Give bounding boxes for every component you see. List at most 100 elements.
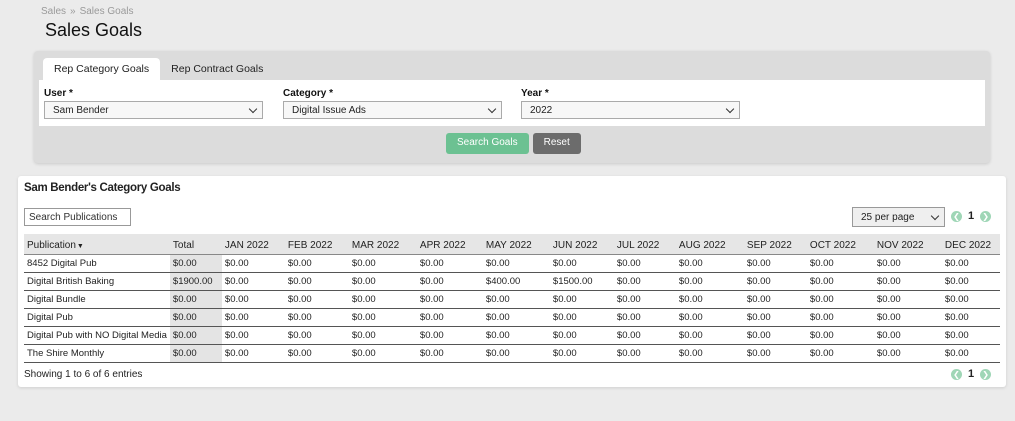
month-goal-cell: $0.00 <box>348 326 417 345</box>
month-goal-cell: $0.00 <box>675 326 744 345</box>
year-label: Year * <box>521 88 549 99</box>
month-goal-cell: $0.00 <box>416 344 483 363</box>
month-goal-cell: $0.00 <box>873 290 942 309</box>
table-row: The Shire Monthly $0.00 $0.00 $0.00 $0.00 $0.… <box>24 344 1000 363</box>
month-goal-cell: $0.00 <box>284 326 349 345</box>
category-select[interactable]: Digital Issue Ads <box>283 101 502 119</box>
month-goal-cell: $0.00 <box>221 326 285 345</box>
publication-cell: Digital British Baking <box>24 272 170 291</box>
table-header-row: Publication▼ Total JAN 2022 FEB 2022 MAR… <box>24 234 1000 255</box>
month-goal-cell: $0.00 <box>221 344 285 363</box>
column-header-aug[interactable]: AUG 2022 <box>675 234 744 255</box>
chevron-right-icon[interactable]: ❯ <box>980 210 992 222</box>
column-header-publication[interactable]: Publication▼ <box>24 234 170 255</box>
table-row: Digital British Baking $1900.00 $0.00 $0.00… <box>24 272 1000 291</box>
column-header-oct[interactable]: OCT 2022 <box>806 234 874 255</box>
month-goal-cell: $0.00 <box>549 326 614 345</box>
column-header-mar[interactable]: MAR 2022 <box>348 234 417 255</box>
search-goals-button[interactable]: Search Goals <box>446 133 529 154</box>
pagination-bottom: ❮ 1 ❯ <box>951 368 992 380</box>
sort-down-icon: ▼ <box>76 242 84 250</box>
chevron-right-icon[interactable]: ❯ <box>980 368 992 380</box>
month-goal-cell: $0.00 <box>743 254 807 273</box>
month-goal-cell: $0.00 <box>284 290 349 309</box>
user-select-value: Sam Bender <box>53 105 109 116</box>
month-goal-cell: $0.00 <box>416 290 483 309</box>
publication-cell: Digital Pub <box>24 308 170 327</box>
publication-cell: 8452 Digital Pub <box>24 254 170 273</box>
month-goal-cell: $0.00 <box>806 290 874 309</box>
month-goal-cell: $0.00 <box>416 308 483 327</box>
per-page-select[interactable]: 25 per page <box>852 207 945 227</box>
page-number[interactable]: 1 <box>968 210 974 222</box>
month-goal-cell: $0.00 <box>482 326 550 345</box>
month-goal-cell: $0.00 <box>675 290 744 309</box>
month-goal-cell: $0.00 <box>613 272 676 291</box>
year-select[interactable]: 2022 <box>521 101 740 119</box>
month-goal-cell: $0.00 <box>873 254 942 273</box>
month-goal-cell: $400.00 <box>482 272 550 291</box>
table-row: Digital Pub $0.00 $0.00 $0.00 $0.00 $0.00 $0.0… <box>24 308 1000 327</box>
breadcrumb-parent-link[interactable]: Sales <box>41 6 66 17</box>
month-goal-cell: $0.00 <box>941 254 1000 273</box>
tab-bar: Rep Category Goals Rep Contract Goals <box>43 58 274 80</box>
month-goal-cell: $0.00 <box>743 326 807 345</box>
month-goal-cell: $0.00 <box>941 290 1000 309</box>
month-goal-cell: $0.00 <box>549 308 614 327</box>
search-publications-input[interactable] <box>24 208 131 226</box>
pagination-top: ❮ 1 ❯ <box>951 210 992 222</box>
column-header-jan[interactable]: JAN 2022 <box>221 234 285 255</box>
month-goal-cell: $0.00 <box>348 344 417 363</box>
publication-cell: Digital Bundle <box>24 290 170 309</box>
chevron-left-icon[interactable]: ❮ <box>951 210 962 222</box>
month-goal-cell: $0.00 <box>613 254 676 273</box>
column-header-apr[interactable]: APR 2022 <box>416 234 483 255</box>
month-goal-cell: $0.00 <box>416 326 483 345</box>
results-panel: Sam Bender's Category Goals 25 per page … <box>18 176 1006 387</box>
month-goal-cell: $0.00 <box>613 326 676 345</box>
tab-rep-category-goals[interactable]: Rep Category Goals <box>43 58 161 80</box>
column-header-dec[interactable]: DEC 2022 <box>941 234 1000 255</box>
breadcrumb-current: Sales Goals <box>79 6 134 17</box>
column-header-sep[interactable]: SEP 2022 <box>743 234 807 255</box>
month-goal-cell: $0.00 <box>873 344 942 363</box>
month-goal-cell: $0.00 <box>613 344 676 363</box>
chevron-down-icon <box>248 104 258 114</box>
page-number[interactable]: 1 <box>968 368 974 380</box>
month-goal-cell: $0.00 <box>284 308 349 327</box>
reset-button[interactable]: Reset <box>532 133 581 154</box>
month-goal-cell: $0.00 <box>743 344 807 363</box>
column-header-total[interactable]: Total <box>169 234 222 255</box>
month-goal-cell: $0.00 <box>221 254 285 273</box>
chevron-down-icon <box>930 211 940 221</box>
page-title: Sales Goals <box>45 20 143 40</box>
column-header-nov[interactable]: NOV 2022 <box>873 234 942 255</box>
column-header-feb[interactable]: FEB 2022 <box>284 234 349 255</box>
month-goal-cell: $0.00 <box>348 308 417 327</box>
column-header-jun[interactable]: JUN 2022 <box>549 234 614 255</box>
month-goal-cell: $0.00 <box>482 344 550 363</box>
category-field: Category * Digital Issue Ads <box>283 88 502 119</box>
month-goal-cell: $0.00 <box>416 272 483 291</box>
column-header-jul[interactable]: JUL 2022 <box>613 234 676 255</box>
chevron-down-icon <box>725 104 735 114</box>
user-select[interactable]: Sam Bender <box>44 101 263 119</box>
month-goal-cell: $0.00 <box>806 272 874 291</box>
month-goal-cell: $0.00 <box>284 254 349 273</box>
chevron-left-icon[interactable]: ❮ <box>951 368 962 380</box>
column-header-may[interactable]: MAY 2022 <box>482 234 550 255</box>
tab-rep-contract-goals[interactable]: Rep Contract Goals <box>160 58 274 80</box>
month-goal-cell: $0.00 <box>221 290 285 309</box>
month-goal-cell: $0.00 <box>806 326 874 345</box>
month-goal-cell: $0.00 <box>221 272 285 291</box>
month-goal-cell: $0.00 <box>348 272 417 291</box>
month-goal-cell: $0.00 <box>806 308 874 327</box>
breadcrumb-separator: » <box>70 6 76 17</box>
month-goal-cell: $0.00 <box>743 290 807 309</box>
total-cell: $0.00 <box>169 344 222 363</box>
month-goal-cell: $0.00 <box>675 344 744 363</box>
per-page-value: 25 per page <box>861 212 915 223</box>
total-cell: $0.00 <box>169 326 222 345</box>
month-goal-cell: $0.00 <box>482 254 550 273</box>
total-cell: $0.00 <box>169 308 222 327</box>
